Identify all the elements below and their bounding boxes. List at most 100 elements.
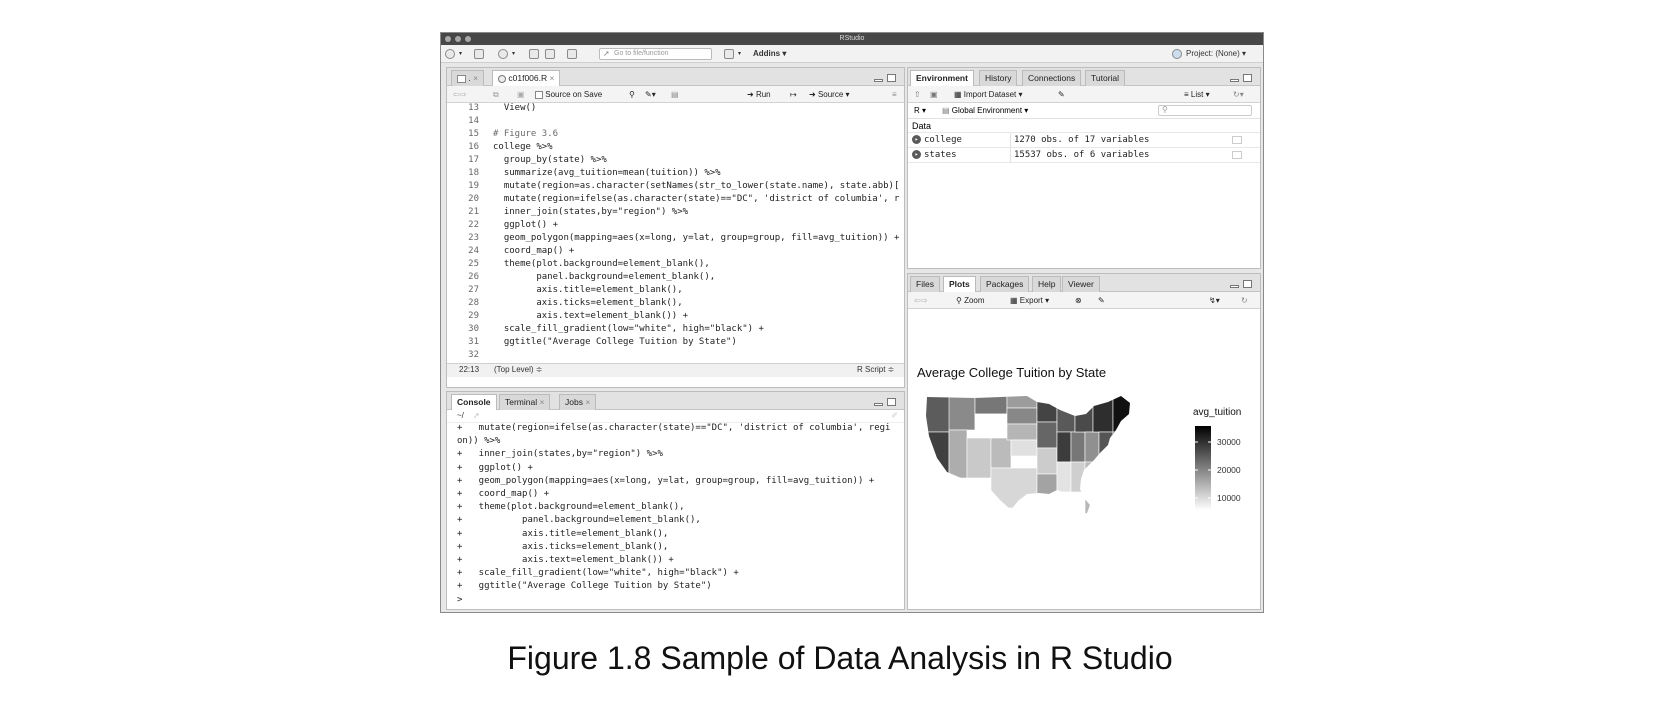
minimize-pane-icon[interactable] [1230, 79, 1239, 82]
state-region [926, 431, 950, 483]
new-file-icon[interactable] [445, 49, 455, 59]
title-bar: RStudio [441, 33, 1263, 45]
line-number: 29 [468, 311, 479, 321]
chevron-down-icon[interactable]: ▾ [738, 45, 741, 63]
tab-plots[interactable]: Plots [943, 276, 976, 292]
search-icon[interactable]: ⚲ [629, 86, 635, 103]
tab-environment[interactable]: Environment [910, 70, 974, 86]
expand-icon[interactable]: ▸ [912, 150, 921, 159]
project-menu[interactable]: Project: (None) ▾ [1186, 45, 1246, 63]
source-button[interactable]: ➜ Source ▾ [809, 86, 850, 103]
view-data-icon[interactable] [1232, 136, 1242, 144]
view-data-icon[interactable] [1232, 151, 1242, 159]
tab-viewer[interactable]: Viewer [1062, 276, 1100, 292]
go-to-file-input[interactable]: ➚ Go to file/function [599, 48, 712, 60]
console-output[interactable]: + mutate(region=ifelse(as.character(stat… [447, 423, 904, 609]
compile-report-icon[interactable]: ▤ [671, 86, 679, 103]
maximize-pane-icon[interactable] [1243, 74, 1252, 82]
broom-icon[interactable]: ✎ [1058, 86, 1065, 103]
state-region [990, 467, 1038, 509]
state-region [1036, 396, 1058, 423]
pane-controls [1230, 74, 1254, 83]
line-number: 13 [468, 103, 479, 113]
close-icon[interactable]: × [585, 397, 590, 407]
console-line: + geom_polygon(mapping=aes(x=long, y=lat… [457, 475, 875, 486]
maximize-pane-icon[interactable] [887, 398, 896, 406]
main-toolbar: ▾ ▾ ➚ Go to file/function ▾ Addins ▾ Pro… [441, 45, 1263, 63]
tab-jobs[interactable]: Jobs × [559, 394, 597, 410]
tab-history[interactable]: History [979, 70, 1018, 86]
new-project-icon[interactable] [474, 49, 484, 59]
line-number: 17 [468, 155, 479, 165]
code-tools-icon[interactable]: ✎▾ [645, 86, 656, 103]
chevron-down-icon[interactable]: ▾ [459, 45, 462, 63]
code-editor[interactable]: 13 View() 14 15 # Figure 3.6 16 college %>% 17… [447, 103, 904, 363]
maximize-pane-icon[interactable] [887, 74, 896, 82]
back-forward-icon[interactable]: ⇦⇨ [914, 292, 927, 309]
line-number: 16 [468, 142, 479, 152]
save-workspace-icon[interactable]: ▣ [930, 86, 938, 103]
show-in-window-icon[interactable]: ⧉ [493, 86, 499, 103]
tab-help[interactable]: Help [1032, 276, 1062, 292]
go-to-dir-icon[interactable]: ➚ [473, 411, 480, 420]
close-icon[interactable]: × [550, 73, 555, 83]
scope-selector[interactable]: ▤ Global Environment ▾ [942, 106, 1028, 115]
tab-tutorial[interactable]: Tutorial [1085, 70, 1126, 86]
remove-plot-icon[interactable]: ⊗ [1075, 292, 1082, 309]
save-icon[interactable] [529, 49, 539, 59]
state-region [1112, 396, 1130, 433]
refresh-icon[interactable]: ↻ [1241, 292, 1248, 309]
tab-c01f006[interactable]: c01f006.R × [492, 70, 561, 86]
import-dataset-button[interactable]: ▦ Import Dataset ▾ [954, 86, 1023, 103]
env-search-input[interactable]: ⚲ [1158, 105, 1252, 116]
tab-terminal[interactable]: Terminal × [499, 394, 551, 410]
scope-selector[interactable]: (Top Level) ≑ [494, 365, 543, 374]
env-row-states[interactable]: ▸ states 15537 obs. of 6 variables [908, 148, 1260, 163]
refresh-icon[interactable]: ↻▾ [1233, 86, 1244, 103]
save-icon[interactable]: ▣ [517, 86, 525, 103]
line-number: 19 [468, 181, 479, 191]
close-icon[interactable]: × [540, 397, 545, 407]
publish-icon[interactable]: ↯▾ [1209, 292, 1220, 309]
file-type-selector[interactable]: R Script ≑ [857, 365, 894, 374]
minimize-pane-icon[interactable] [874, 79, 883, 82]
save-all-icon[interactable] [545, 49, 555, 59]
env-row-college[interactable]: ▸ college 1270 obs. of 17 variables [908, 133, 1260, 148]
close-icon[interactable]: × [473, 73, 478, 83]
rerun-icon[interactable]: ↦ [790, 86, 797, 103]
tab-console[interactable]: Console [451, 394, 497, 410]
console-line: + mutate(region=ifelse(as.character(stat… [457, 423, 891, 433]
outline-icon[interactable]: ≡ [892, 86, 897, 103]
grid-layout-icon[interactable] [724, 49, 734, 59]
print-icon[interactable] [567, 49, 577, 59]
env-scope-bar: R ▾ ▤ Global Environment ▾ ⚲ [908, 103, 1260, 119]
language-selector[interactable]: R ▾ [914, 106, 926, 115]
tab-untitled[interactable]: . × [451, 70, 485, 86]
run-button[interactable]: ➜ Run [747, 86, 771, 103]
export-button[interactable]: ▦ Export ▾ [1010, 292, 1049, 309]
expand-icon[interactable]: ▸ [912, 135, 921, 144]
code-line: mutate(region=as.character(setNames(str_… [493, 181, 900, 191]
minimize-pane-icon[interactable] [1230, 285, 1239, 288]
minimize-pane-icon[interactable] [874, 403, 883, 406]
tab-connections[interactable]: Connections [1022, 70, 1082, 86]
back-forward-icon[interactable]: ⇦⇨ [453, 86, 466, 103]
tab-packages[interactable]: Packages [980, 276, 1030, 292]
source-on-save-checkbox[interactable]: Source on Save [535, 86, 602, 103]
open-file-icon[interactable] [498, 49, 508, 59]
state-region [974, 413, 1008, 439]
addins-menu[interactable]: Addins ▾ [753, 45, 786, 63]
console-line: > [457, 594, 463, 605]
tab-files[interactable]: Files [910, 276, 940, 292]
code-line: axis.text=element_blank()) + [493, 311, 689, 321]
maximize-pane-icon[interactable] [1243, 280, 1252, 288]
load-workspace-icon[interactable]: ⇧ [914, 86, 921, 103]
env-var-desc: 15537 obs. of 6 variables [1014, 150, 1150, 160]
zoom-button[interactable]: ⚲ Zoom [956, 292, 985, 309]
state-region [926, 396, 954, 433]
broom-icon[interactable]: ✎ [1098, 292, 1105, 309]
legend-tick-label: 20000 [1217, 465, 1241, 475]
list-view-selector[interactable]: ≡ List ▾ [1184, 86, 1210, 103]
clear-console-icon[interactable]: ✐ [891, 411, 898, 420]
chevron-down-icon[interactable]: ▾ [512, 45, 515, 63]
